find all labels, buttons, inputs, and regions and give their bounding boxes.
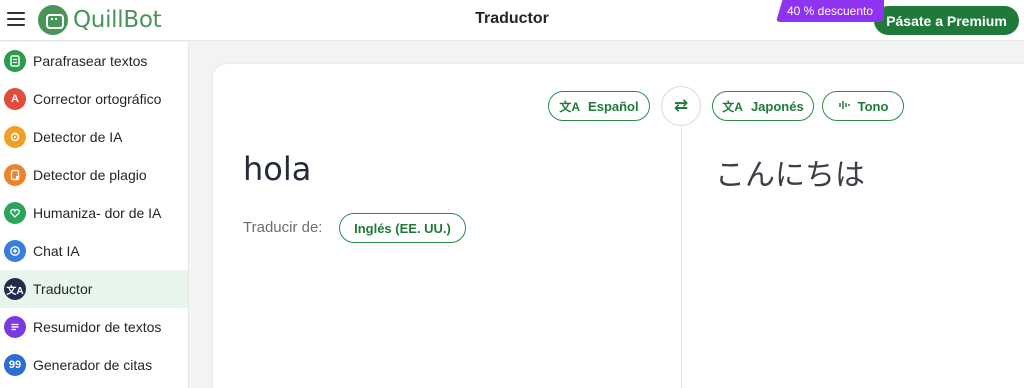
source-language-label: Español	[588, 98, 639, 114]
swap-arrows-icon: ⇄	[673, 96, 689, 115]
tone-label: Tono	[857, 98, 889, 114]
translator-icon: 文A	[4, 278, 26, 300]
menu-icon[interactable]	[7, 12, 25, 26]
sidebar: Parafrasear textos A Corrector ortográfi…	[0, 42, 189, 388]
upgrade-premium-button[interactable]: Pásate a Premium	[874, 6, 1019, 35]
translate-from-label: Traducir de:	[243, 219, 323, 236]
source-text-input[interactable]: hola	[243, 150, 311, 188]
sidebar-item-label: Corrector ortográfico	[33, 91, 162, 107]
ai-detector-icon	[4, 126, 26, 148]
sidebar-item-label: Humaniza- dor de IA	[33, 205, 162, 221]
plagiarism-icon	[4, 164, 26, 186]
logo-text: QuillBot	[73, 7, 162, 33]
logo[interactable]: QuillBot	[38, 4, 162, 36]
source-language-button[interactable]: 文A Español	[548, 91, 650, 121]
top-bar: QuillBot Traductor Pásate a Premium 40 %…	[0, 0, 1024, 41]
humanizer-icon	[4, 202, 26, 224]
sidebar-item-ai-detector[interactable]: Detector de IA	[0, 118, 188, 156]
soundwave-icon	[838, 99, 850, 114]
sidebar-item-plagiarism[interactable]: Detector de plagio	[0, 156, 188, 194]
sidebar-item-label: Detector de plagio	[33, 167, 147, 183]
sidebar-item-chat[interactable]: Chat IA	[0, 232, 188, 270]
discount-badge: 40 % descuento	[776, 0, 884, 22]
sidebar-item-label: Chat IA	[33, 243, 80, 259]
sidebar-item-label: Parafrasear textos	[33, 53, 148, 69]
detected-language-label: Inglés (EE. UU.)	[354, 220, 451, 236]
sidebar-item-citation[interactable]: 99 Generador de citas	[0, 346, 188, 384]
sidebar-item-label: Traductor	[33, 281, 93, 297]
tone-button[interactable]: Tono	[822, 91, 904, 121]
sidebar-item-label: Generador de citas	[33, 357, 153, 373]
grammar-icon: A	[4, 88, 26, 110]
swap-languages-button[interactable]: ⇄	[661, 86, 701, 126]
target-language-label: Japonés	[750, 98, 804, 114]
chat-icon	[4, 240, 26, 262]
sidebar-item-label: Detector de IA	[33, 129, 123, 145]
translate-icon: 文A	[559, 99, 581, 114]
sidebar-item-summarizer[interactable]: Resumidor de textos	[0, 308, 188, 346]
translate-icon: 文A	[722, 99, 743, 114]
target-language-button[interactable]: 文A Japonés	[712, 91, 814, 121]
sidebar-item-humanizer[interactable]: Humaniza- dor de IA	[0, 194, 188, 232]
panel-divider	[681, 124, 682, 388]
sidebar-item-label: Resumidor de textos	[33, 319, 162, 335]
citation-icon: 99	[4, 354, 26, 376]
quillbot-logo-icon	[38, 5, 68, 35]
sidebar-item-grammar[interactable]: A Corrector ortográfico	[0, 80, 188, 118]
paraphrase-icon	[4, 50, 26, 72]
sidebar-item-translator[interactable]: 文A Traductor	[0, 270, 188, 308]
sidebar-item-paraphraser[interactable]: Parafrasear textos	[0, 42, 188, 80]
translated-text-output: こんにちは	[715, 158, 865, 193]
summarizer-icon	[4, 316, 26, 338]
detected-language-button[interactable]: Inglés (EE. UU.)	[339, 213, 466, 243]
